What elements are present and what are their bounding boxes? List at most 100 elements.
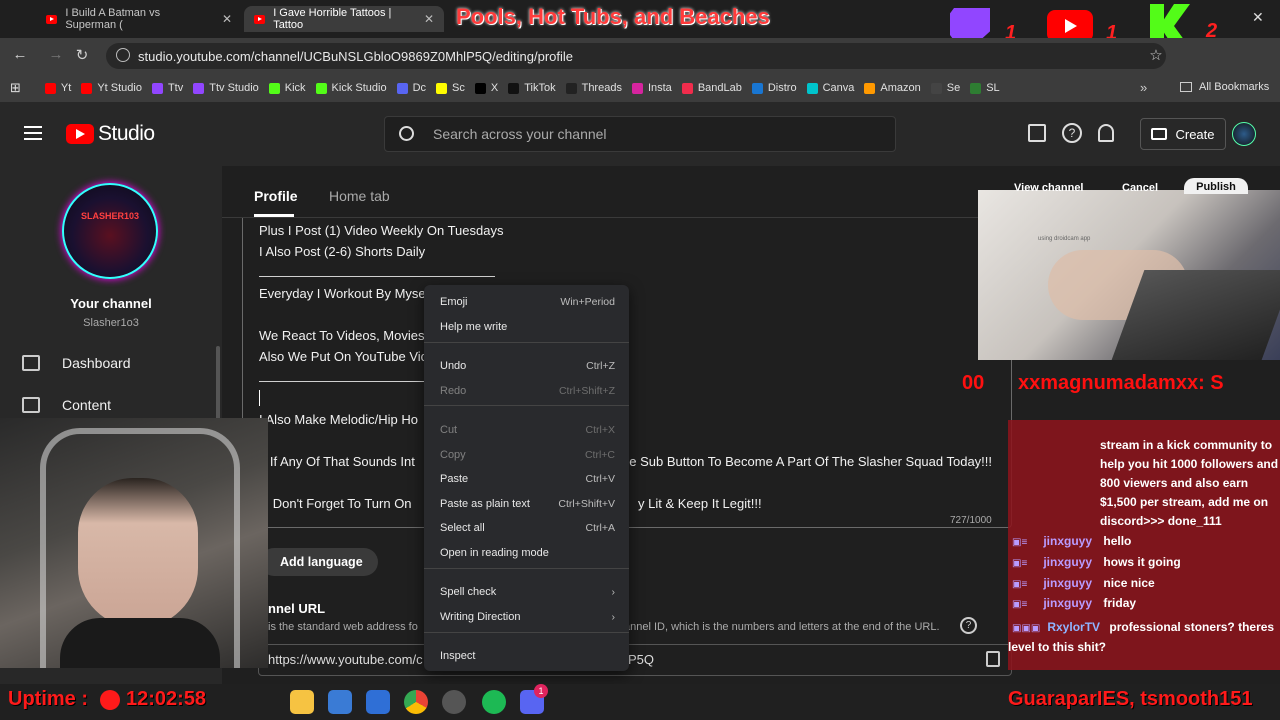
sidebar-item-content[interactable]: Content bbox=[22, 397, 111, 413]
browser-tab-active[interactable]: I Gave Horrible Tattoos | Tattoo ✕ bbox=[244, 6, 444, 32]
bookmark-label: X bbox=[490, 82, 499, 94]
close-tab-icon[interactable]: ✕ bbox=[212, 12, 232, 26]
folder-icon bbox=[1180, 82, 1192, 92]
url-field[interactable]: studio.youtube.com/channel/UCBuNSLGbloO9… bbox=[106, 43, 1166, 69]
back-icon[interactable]: ← bbox=[10, 46, 30, 63]
view-channel-button[interactable]: View channel bbox=[1014, 182, 1084, 194]
bookmark-label: Yt Studio bbox=[97, 82, 142, 94]
bookmark-favicon-icon bbox=[751, 82, 763, 94]
sidebar-item-label: Dashboard bbox=[62, 355, 131, 371]
copy-icon[interactable] bbox=[986, 651, 1000, 667]
forward-icon[interactable]: → bbox=[46, 46, 66, 63]
context-menu-item[interactable]: Writing Direction › bbox=[440, 607, 615, 627]
account-avatar[interactable] bbox=[1232, 122, 1256, 146]
search-input[interactable]: Search across your channel bbox=[384, 116, 896, 152]
menu-item-label: Undo bbox=[440, 360, 467, 372]
your-channel-label: Your channel bbox=[70, 296, 152, 311]
context-menu-item[interactable]: Help me write bbox=[440, 317, 615, 337]
chat-username: jinxguyy bbox=[1043, 576, 1093, 590]
bookmark-item[interactable]: TikTok bbox=[508, 82, 556, 94]
bookmark-label: Sc bbox=[452, 82, 465, 94]
file-explorer-icon[interactable] bbox=[290, 690, 314, 714]
context-menu-item[interactable]: Emoji Win+Period bbox=[440, 292, 615, 312]
obs-icon[interactable] bbox=[442, 690, 466, 714]
all-bookmarks-folder[interactable]: All Bookmarks bbox=[1180, 81, 1269, 93]
menu-icon[interactable] bbox=[24, 126, 42, 140]
context-menu: Emoji Win+Period Help me write Undo Ctrl+Z Re… bbox=[424, 285, 629, 671]
menu-separator bbox=[424, 342, 629, 343]
bookmark-label: Threads bbox=[581, 82, 622, 94]
bookmark-item[interactable]: Distro bbox=[751, 82, 797, 94]
star-icon[interactable]: ☆ bbox=[1146, 46, 1166, 64]
avatar-text: SLASHER103 bbox=[80, 211, 140, 221]
bookmark-item[interactable]: Sc bbox=[436, 82, 465, 94]
more-bookmarks-icon[interactable]: » bbox=[1140, 80, 1147, 95]
bookmark-item[interactable]: BandLab bbox=[681, 82, 742, 94]
bookmark-item[interactable]: Kick Studio bbox=[315, 82, 387, 94]
chat-message: ▣▣▣ RxylorTV professional stoners? there… bbox=[1008, 618, 1280, 657]
notifications-icon[interactable] bbox=[1098, 124, 1114, 142]
context-menu-item[interactable]: Undo Ctrl+Z bbox=[440, 356, 615, 376]
channel-url-value: https://www.youtube.com/c bbox=[268, 652, 423, 667]
notification-badge: 1 bbox=[534, 684, 548, 698]
feedback-icon[interactable] bbox=[1028, 124, 1046, 142]
cancel-button[interactable]: Cancel bbox=[1122, 182, 1158, 194]
app-icon[interactable] bbox=[366, 690, 390, 714]
chat-username: RxylorTV bbox=[1047, 620, 1101, 634]
bookmark-item[interactable]: Ttv Studio bbox=[193, 82, 259, 94]
studio-wordmark: Studio bbox=[98, 122, 155, 145]
studio-logo[interactable]: Studio bbox=[66, 122, 155, 146]
bookmark-item[interactable]: X bbox=[474, 82, 499, 94]
tab-profile[interactable]: Profile bbox=[254, 188, 298, 204]
bookmark-item[interactable]: SL bbox=[970, 82, 1000, 94]
sidebar-item-dashboard[interactable]: Dashboard bbox=[22, 355, 131, 371]
bookmark-item[interactable]: Dc bbox=[396, 82, 426, 94]
publish-button[interactable]: Publish bbox=[1184, 178, 1248, 194]
sidebar-scrollbar[interactable] bbox=[216, 346, 220, 426]
context-menu-item[interactable]: Paste as plain text Ctrl+Shift+V bbox=[440, 494, 615, 514]
bookmark-label: Kick Studio bbox=[331, 82, 387, 94]
context-menu-item[interactable]: Spell check › bbox=[440, 582, 615, 602]
create-button[interactable]: Create bbox=[1140, 118, 1226, 150]
close-tab-icon[interactable]: ✕ bbox=[414, 12, 434, 26]
bookmark-item[interactable]: Se bbox=[930, 82, 960, 94]
context-menu-item[interactable]: Select all Ctrl+A bbox=[440, 518, 615, 538]
menu-item-shortcut: Ctrl+X bbox=[585, 424, 615, 436]
chat-username: jinxguyy bbox=[1043, 534, 1093, 548]
bookmark-item[interactable]: Canva bbox=[806, 82, 854, 94]
bookmarks-bar: ⊞ Yt Yt Studio Ttv Ttv Studio Kick Kick Studi… bbox=[0, 74, 1280, 102]
spotify-icon[interactable] bbox=[482, 690, 506, 714]
context-menu-item[interactable]: Paste Ctrl+V bbox=[440, 469, 615, 489]
bookmark-item[interactable]: Kick bbox=[268, 82, 306, 94]
reload-icon[interactable]: ↻ bbox=[72, 46, 92, 64]
apps-grid-icon[interactable]: ⊞ bbox=[10, 80, 21, 96]
help-icon[interactable]: ? bbox=[1062, 123, 1082, 143]
bookmark-favicon-icon bbox=[970, 82, 982, 94]
menu-item-label: Paste bbox=[440, 473, 469, 485]
bookmark-favicon-icon bbox=[151, 82, 163, 94]
channel-avatar[interactable]: SLASHER103 bbox=[62, 183, 158, 279]
bookmark-item[interactable]: Amazon bbox=[864, 82, 921, 94]
help-icon[interactable]: ? bbox=[960, 617, 977, 634]
bookmark-favicon-icon bbox=[631, 82, 643, 94]
menu-item-shortcut: Ctrl+Shift+Z bbox=[558, 385, 615, 397]
description-line: We React To Videos, Movies bbox=[259, 328, 425, 343]
bookmark-item[interactable]: Ttv bbox=[151, 82, 183, 94]
store-icon[interactable] bbox=[328, 690, 352, 714]
close-window-icon[interactable]: ✕ bbox=[1252, 9, 1264, 26]
tab-home[interactable]: Home tab bbox=[329, 188, 390, 204]
bookmark-item[interactable]: Threads bbox=[565, 82, 622, 94]
context-menu-item[interactable]: Open in reading mode bbox=[440, 543, 615, 563]
ticker-names: GuaraparIES, tsmooth151 bbox=[1008, 688, 1253, 710]
chat-message: ▣≡ jinxguyy nice nice bbox=[1008, 576, 1280, 590]
bookmark-item[interactable]: Yt bbox=[44, 82, 71, 94]
cam-watermark: using droidcam app bbox=[1038, 236, 1091, 242]
add-language-button[interactable]: Add language bbox=[260, 548, 378, 576]
menu-item-label: Emoji bbox=[440, 296, 468, 308]
chrome-icon[interactable] bbox=[404, 690, 428, 714]
browser-tab[interactable]: I Build A Batman vs Superman ( ✕ bbox=[36, 6, 242, 32]
context-menu-item[interactable]: Inspect bbox=[440, 646, 615, 666]
site-info-icon[interactable] bbox=[116, 48, 130, 62]
bookmark-item[interactable]: Yt Studio bbox=[81, 82, 142, 94]
bookmark-item[interactable]: Insta bbox=[631, 82, 672, 94]
